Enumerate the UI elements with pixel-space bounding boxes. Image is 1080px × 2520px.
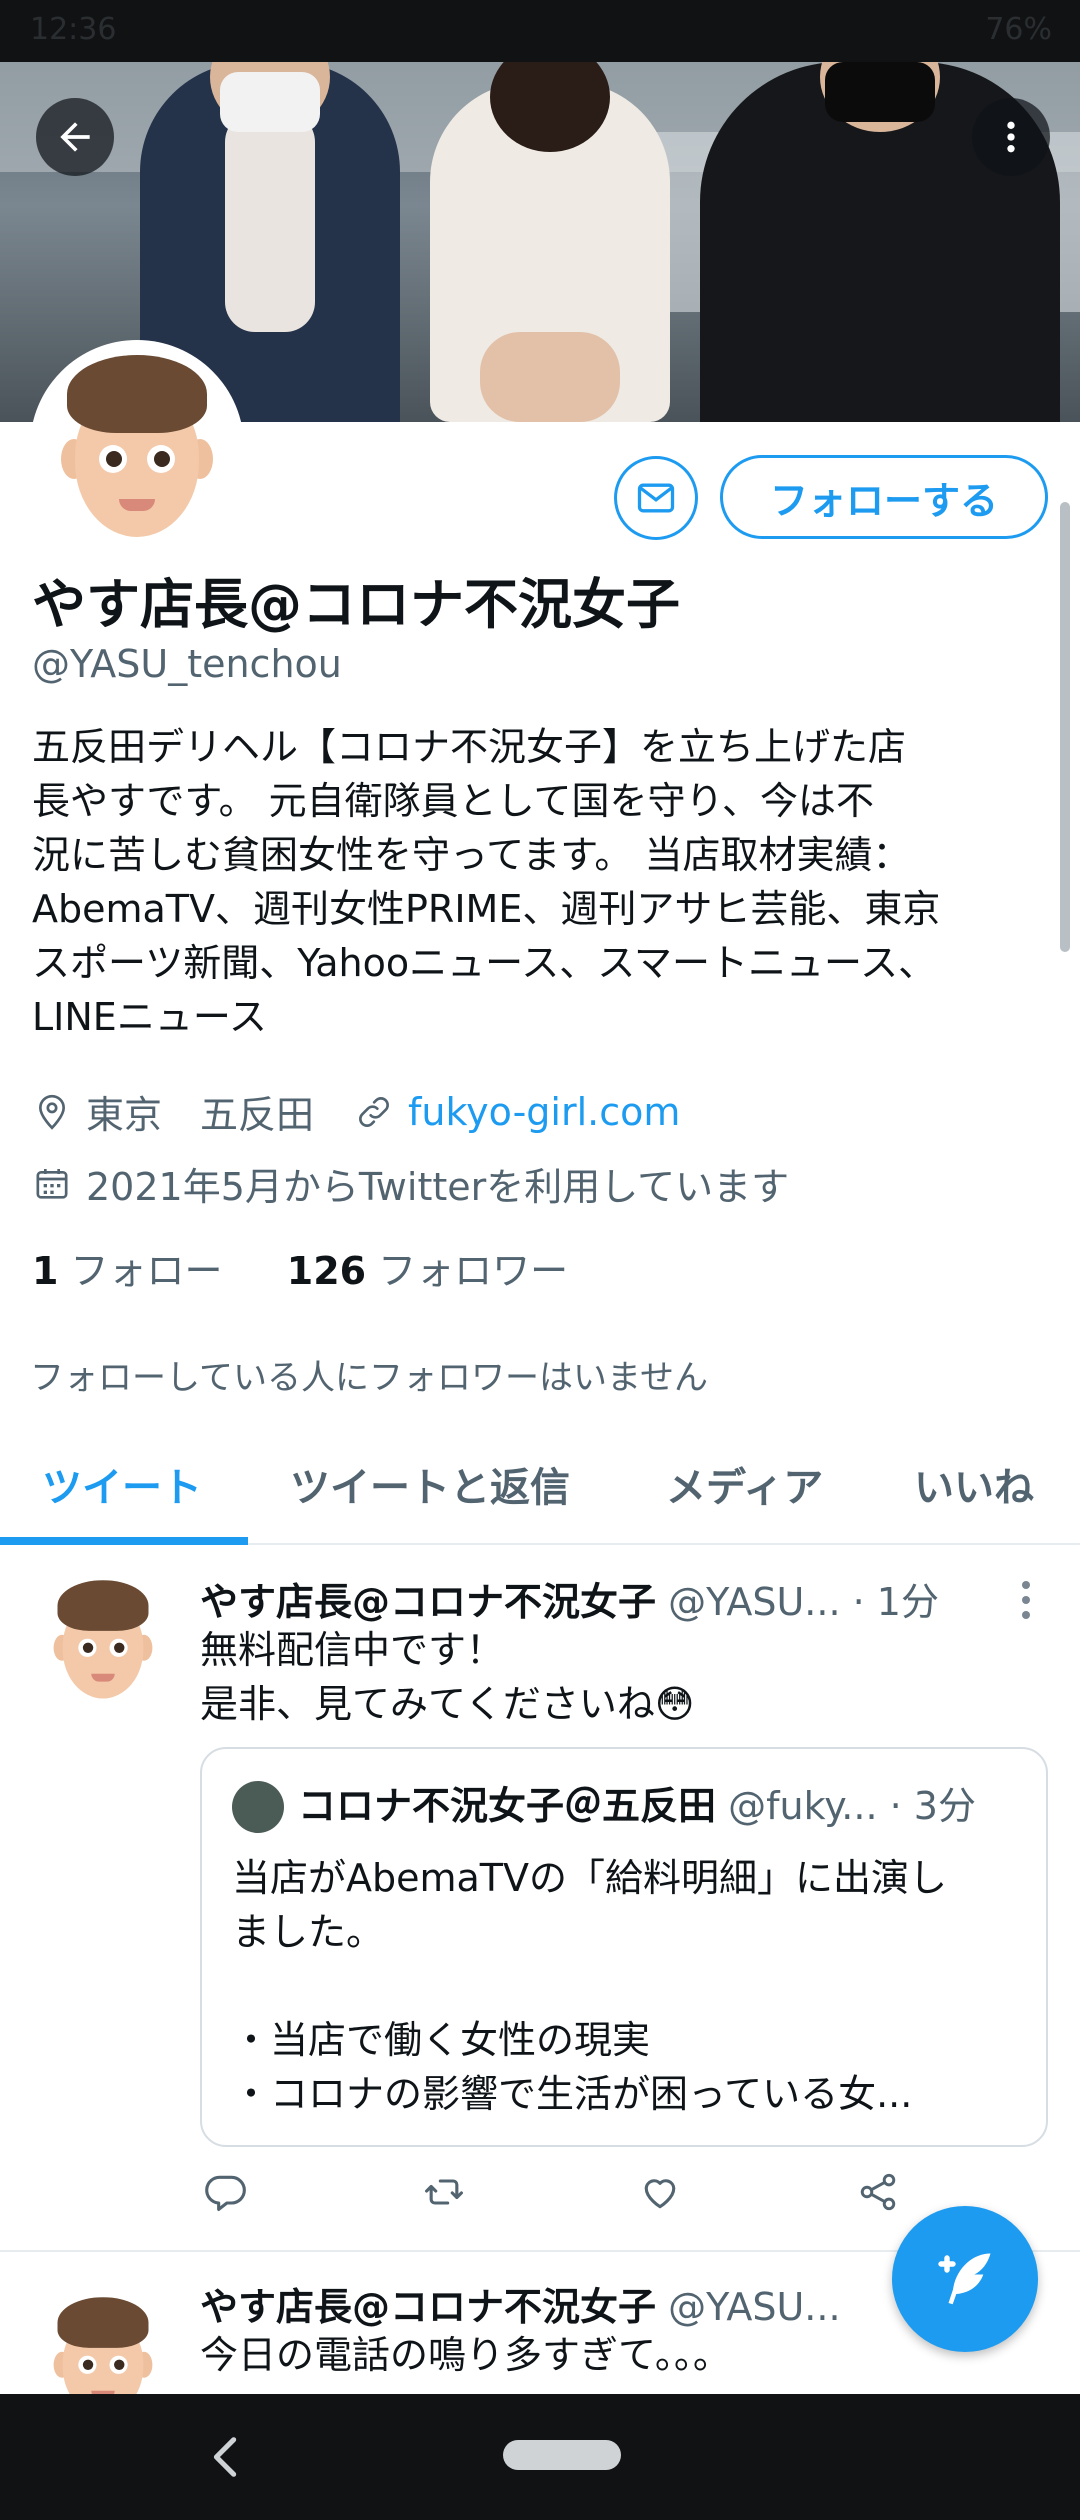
tweet-more-icon[interactable] bbox=[1022, 1581, 1032, 1619]
quoted-text-line: 当店がAbemaTVの「給料明細」に出演し bbox=[232, 1856, 948, 1900]
system-home-pill[interactable] bbox=[503, 2440, 621, 2470]
followers-count: 126 bbox=[286, 1249, 367, 1293]
like-icon[interactable] bbox=[638, 2170, 686, 2218]
profile-bio: 五反田デリヘル【コロナ不況女子】を立ち上げた店 長やすです。 元自衛隊員として国… bbox=[32, 720, 1032, 1044]
mail-icon bbox=[637, 483, 675, 513]
tab-tweets-and-replies[interactable]: ツイートと返信 bbox=[290, 1455, 570, 1513]
following-link[interactable]: 1 フォロー bbox=[32, 1249, 223, 1293]
tweet-actions bbox=[200, 2170, 960, 2230]
compose-tweet-button[interactable] bbox=[892, 2206, 1038, 2352]
compose-icon bbox=[938, 2253, 991, 2305]
scrollbar[interactable] bbox=[1060, 502, 1070, 952]
quoted-text-line: ・コロナの影響で生活が困っている女... bbox=[232, 2072, 913, 2116]
profile-website-link[interactable]: fukyo-girl.com bbox=[408, 1090, 680, 1134]
location-pin-icon bbox=[32, 1092, 72, 1132]
mutual-followers-note: フォローしている人にフォロワーはいません bbox=[30, 1358, 708, 1398]
profile-meta-location-link: 東京 五反田 fukyo-girl.com bbox=[32, 1084, 680, 1139]
active-tab-indicator bbox=[0, 1537, 248, 1545]
tweet-text: 今日の電話の鳴り多すぎて。。。 bbox=[200, 2328, 731, 2382]
followers-link[interactable]: 126 フォロワー bbox=[287, 1249, 568, 1293]
following-label: フォロー bbox=[70, 1249, 223, 1293]
quoted-author-handle: @fuky... bbox=[728, 1784, 878, 1828]
status-time: 12:36 bbox=[30, 12, 117, 47]
link-icon bbox=[354, 1092, 394, 1132]
tweet-author-name[interactable]: やす店長@コロナ不況女子 bbox=[200, 2285, 656, 2329]
more-options-button[interactable] bbox=[972, 98, 1050, 176]
calendar-icon bbox=[32, 1164, 72, 1204]
tweet-time: · 1分 bbox=[852, 1580, 939, 1624]
more-vertical-icon bbox=[1007, 121, 1015, 153]
battery-level: 76% bbox=[985, 12, 1052, 47]
profile-avatar[interactable] bbox=[30, 340, 244, 554]
quoted-text-line: ・当店で働く女性の現実 bbox=[232, 2018, 651, 2062]
tweet-avatar[interactable] bbox=[38, 2292, 168, 2394]
tweet-header: やす店長@コロナ不況女子 @YASU... bbox=[200, 2276, 841, 2331]
bio-line: 長やすです。 元自衛隊員として国を守り、今は不 bbox=[32, 779, 875, 823]
bio-line: LINEニュース bbox=[32, 995, 267, 1039]
quoted-tweet-avatar bbox=[232, 1781, 284, 1833]
chevron-left-icon bbox=[213, 2437, 237, 2477]
tweet-text: 無料配信中です！ 是非、見てみてくださいね😳 bbox=[200, 1623, 694, 1731]
quoted-tweet[interactable]: コロナ不況女子＠五反田 @fuky... · 3分 当店がAbemaTVの「給料… bbox=[200, 1747, 1048, 2147]
tweet-text-line: 是非、見てみてくださいね😳 bbox=[200, 1682, 695, 1726]
follow-counts: 1 フォロー 126 フォロワー bbox=[32, 1240, 568, 1295]
message-button[interactable] bbox=[614, 456, 698, 540]
tweet-author-handle: @YASU... bbox=[668, 2285, 841, 2329]
reply-icon[interactable] bbox=[204, 2170, 252, 2218]
bio-line: 五反田デリヘル【コロナ不況女子】を立ち上げた店 bbox=[32, 725, 907, 769]
profile-location: 東京 五反田 bbox=[86, 1093, 315, 1137]
followers-label: フォロワー bbox=[378, 1249, 569, 1293]
back-arrow-icon bbox=[60, 122, 90, 152]
bio-line: AbemaTV、週刊女性PRIME、週刊アサヒ芸能、東京 bbox=[32, 887, 941, 931]
bio-line: スポーツ新聞、Yahooニュース、スマートニュース、 bbox=[32, 941, 937, 985]
tweet-header: やす店長@コロナ不況女子 @YASU... · 1分 bbox=[200, 1571, 939, 1626]
back-button[interactable] bbox=[36, 98, 114, 176]
follow-button[interactable]: フォローする bbox=[720, 455, 1048, 539]
tweet-author-name[interactable]: やす店長@コロナ不況女子 bbox=[200, 1580, 656, 1624]
profile-meta-joined: 2021年5月からTwitterを利用しています bbox=[32, 1156, 789, 1211]
profile-tabs: ツイート ツイートと返信 メディア いいね bbox=[0, 1425, 1080, 1545]
tab-likes[interactable]: いいね bbox=[914, 1455, 1034, 1513]
quoted-tweet-text: 当店がAbemaTVの「給料明細」に出演し ました。 ・当店で働く女性の現実 ・… bbox=[232, 1851, 947, 2121]
share-icon[interactable] bbox=[856, 2170, 904, 2218]
quoted-text-line bbox=[232, 1959, 947, 2013]
profile-joined-date: 2021年5月からTwitterを利用しています bbox=[86, 1165, 790, 1209]
tweet-author-handle: @YASU... bbox=[668, 1580, 841, 1624]
tweet-text-line: 無料配信中です！ bbox=[200, 1628, 505, 1672]
tab-media[interactable]: メディア bbox=[666, 1455, 823, 1513]
bio-line: 況に苦しむ貧困女性を守ってます。 当店取材実績： bbox=[32, 833, 911, 877]
profile-display-name: やす店長@コロナ不況女子 bbox=[32, 573, 680, 636]
quoted-text-line: ました。 bbox=[232, 1910, 385, 1954]
quoted-tweet-header: コロナ不況女子＠五反田 @fuky... · 3分 bbox=[298, 1775, 976, 1830]
system-navigation-bar bbox=[0, 2394, 1080, 2520]
tweet-avatar[interactable] bbox=[38, 1575, 168, 1705]
status-bar: 12:36 76% bbox=[0, 0, 1080, 62]
tab-tweets[interactable]: ツイート bbox=[42, 1455, 202, 1513]
profile-handle: @YASU_tenchou bbox=[32, 642, 342, 686]
following-count: 1 bbox=[32, 1249, 59, 1293]
tweet-text-line: 今日の電話の鳴り多すぎて。。。 bbox=[200, 2333, 731, 2377]
system-back-button[interactable] bbox=[206, 2432, 246, 2482]
quoted-author-name: コロナ不況女子＠五反田 bbox=[298, 1784, 717, 1828]
retweet-icon[interactable] bbox=[420, 2170, 468, 2218]
quoted-tweet-time: · 3分 bbox=[889, 1784, 976, 1828]
